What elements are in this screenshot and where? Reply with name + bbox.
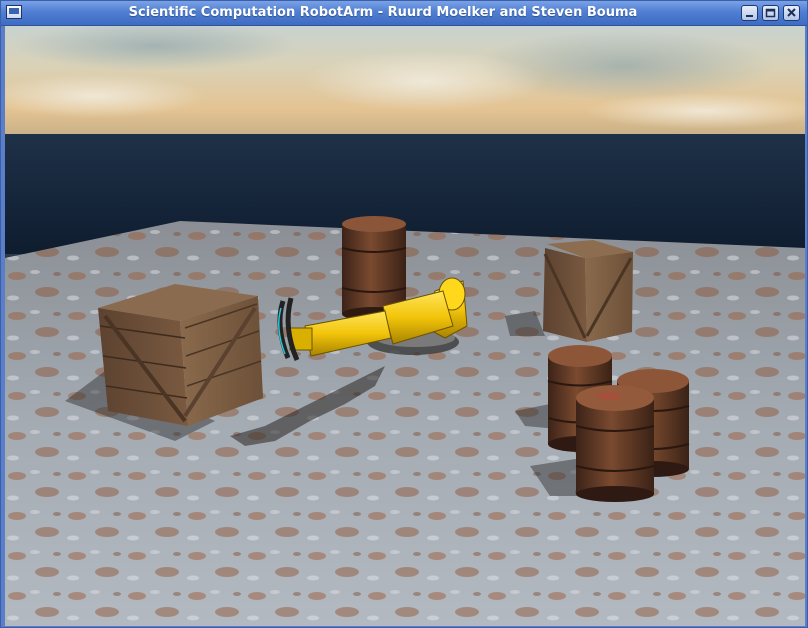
- close-icon: [787, 8, 796, 17]
- wooden-crate-right: [543, 240, 633, 342]
- title-bar[interactable]: Scientific Computation RobotArm - Ruurd …: [1, 1, 807, 26]
- maximize-icon: [765, 8, 776, 18]
- minimize-button[interactable]: [741, 5, 758, 21]
- maximize-button[interactable]: [762, 5, 779, 21]
- window-title: Scientific Computation RobotArm - Ruurd …: [128, 5, 638, 20]
- rendered-scene: [5, 26, 805, 626]
- oil-barrel-3: [575, 385, 655, 502]
- minimize-icon: [746, 15, 753, 17]
- close-button[interactable]: [783, 5, 800, 21]
- wooden-crate-left: [98, 284, 263, 426]
- window-app-icon[interactable]: [6, 5, 22, 19]
- 3d-viewport[interactable]: [5, 26, 805, 626]
- app-window: Scientific Computation RobotArm - Ruurd …: [0, 0, 808, 628]
